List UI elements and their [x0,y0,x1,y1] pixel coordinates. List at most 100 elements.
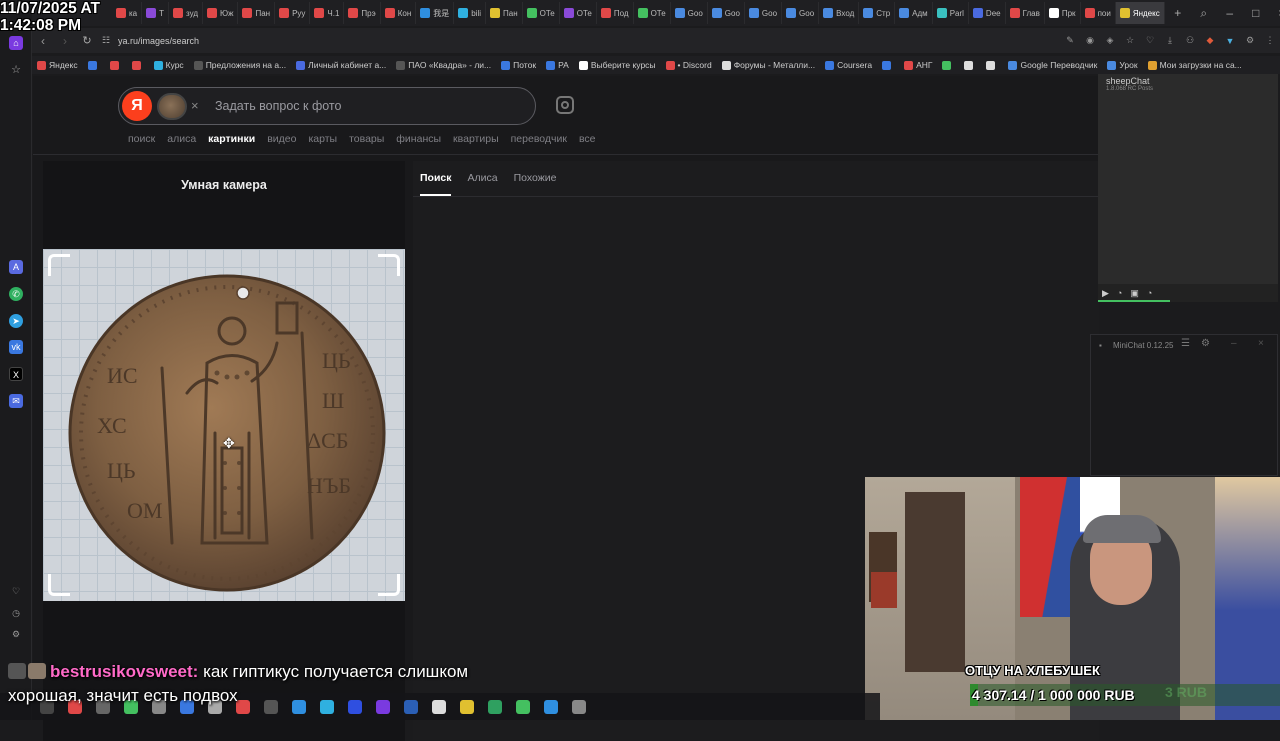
extension-icon[interactable]: ◆ [1200,35,1220,46]
nav-link[interactable]: переводчик [511,133,567,145]
new-tab-icon[interactable]: + [1165,6,1191,20]
yandex-logo[interactable]: Я [122,91,152,121]
bookmark-item[interactable]: Мои загрузки на са... [1143,60,1247,70]
browser-tab[interactable]: Parl [933,2,969,24]
minimize-icon[interactable]: – [1231,338,1237,349]
camera-search-icon[interactable] [556,96,574,114]
browser-tab[interactable]: Глав [1006,2,1045,24]
vpn-icon[interactable]: ▼ [1220,36,1240,46]
browser-tab[interactable]: Адм [895,2,933,24]
nav-link[interactable]: карты [308,133,337,145]
browser-tab[interactable]: 我是 [416,2,455,24]
crop-corner-tl[interactable] [48,254,70,276]
url-field[interactable]: ya.ru/images/search [118,36,199,46]
browser-tab[interactable]: Пан [486,2,523,24]
home-icon[interactable]: ⌂ [9,36,23,50]
result-tab[interactable]: Алиса [468,172,498,184]
browser-tab[interactable]: Goo [745,2,783,24]
download-icon[interactable]: ⤓ [1160,35,1180,46]
bookmark-item[interactable]: Курс [149,60,189,70]
browser-tab[interactable]: Goo [782,2,820,24]
browser-tab[interactable]: Пан [238,2,276,24]
bookmark-item[interactable]: Выберите курсы [574,60,661,70]
bookmark-item[interactable]: • Discord [661,60,717,70]
x-icon[interactable]: X [9,367,23,381]
browser-tab[interactable]: Ч.1 [310,2,345,24]
browser-tab[interactable]: Яндекс [1115,2,1165,24]
nav-link[interactable]: алиса [167,133,196,145]
heart-icon[interactable]: ♡ [1140,35,1160,46]
crop-corner-tr[interactable] [378,254,400,276]
browser-tab[interactable]: ОТе [560,2,597,24]
browser-tab[interactable]: Под [597,2,634,24]
edit-icon[interactable]: ✎ [1060,35,1080,46]
vk-icon[interactable]: vk [9,340,23,354]
taskbar-app-icon[interactable] [488,699,502,714]
browser-tab[interactable]: bili [454,2,487,24]
bookmark-item[interactable]: Google Переводчик [1003,60,1102,70]
site-info-icon[interactable]: ☷ [98,35,114,46]
browser-tab[interactable]: ОТе [634,2,671,24]
browser-tab[interactable]: Goo [708,2,745,24]
bookmark-item[interactable] [937,60,959,70]
bookmark-item[interactable] [959,60,981,70]
star-icon[interactable]: ☆ [9,63,23,77]
settings-icon[interactable]: ⚙ [1240,35,1260,46]
eye-icon[interactable]: ◔ [1117,288,1122,298]
nav-link[interactable]: квартиры [453,133,499,145]
bookmark-item[interactable]: Урок [1102,60,1142,70]
bookmark-item[interactable]: АНГ [899,60,937,70]
close-icon[interactable]: × [1258,338,1264,349]
result-tab[interactable]: Похожие [514,172,557,184]
reload-icon[interactable]: ↻ [76,34,98,47]
search-bar[interactable]: Я × Задать вопрос к фото [118,87,536,125]
bookmark-item[interactable]: Coursera [820,60,877,70]
camera-icon[interactable]: ◉ [1080,35,1100,46]
taskbar-app-icon[interactable] [544,699,558,714]
browser-tab[interactable]: Руу [275,2,311,24]
nav-link[interactable]: товары [349,133,384,145]
nav-link[interactable]: картинки [208,133,255,145]
menu-icon[interactable]: ⋮ [1260,35,1280,46]
browser-tab[interactable]: Goo [671,2,708,24]
bookmark-item[interactable] [981,60,1003,70]
bookmark-item[interactable]: Предложения на а... [189,60,291,70]
list-icon[interactable]: ☰ [1181,338,1190,349]
crop-corner-bl[interactable] [48,574,70,596]
bookmark-item[interactable]: РА [541,60,574,70]
nav-link[interactable]: финансы [396,133,441,145]
clear-icon[interactable]: × [191,98,199,113]
nav-link[interactable]: поиск [128,133,155,145]
app-icon[interactable]: A [9,260,23,274]
browser-tab[interactable]: Прк [1045,2,1081,24]
taskbar-app-icon[interactable] [516,699,530,714]
whatsapp-icon[interactable]: ✆ [9,287,23,301]
browser-tab[interactable]: Юж [203,2,239,24]
bookmark-item[interactable]: Личный кабинет а... [291,60,391,70]
crop-corner-br[interactable] [378,574,400,596]
browser-tab[interactable]: Кон [381,2,417,24]
search-tabs-icon[interactable]: ⌕ [1191,6,1217,21]
shield-icon[interactable]: ◈ [1100,35,1120,46]
youtube-icon[interactable]: ▶ [1102,288,1109,299]
gear-icon[interactable]: ⚙ [1201,338,1210,349]
mail-icon[interactable]: ✉ [9,394,23,408]
browser-tab[interactable]: ка [112,2,143,24]
bookmark-icon[interactable]: ☆ [1120,35,1140,46]
history-icon[interactable]: ◷ [9,606,23,620]
uploaded-photo[interactable]: ИС ХС ЦЬ Ш ΔСБ НЪБ ОМ ЦЬ ✥ [43,249,405,601]
bookmark-item[interactable]: Яндекс [32,60,83,70]
bookmark-item[interactable] [127,60,149,70]
maximize-icon[interactable]: □ [1243,6,1269,20]
browser-tab[interactable]: Т [142,2,170,24]
taskbar-app-icon[interactable] [572,699,586,714]
browser-tab[interactable]: зуд [169,2,203,24]
nav-link[interactable]: все [579,133,596,145]
gear-icon[interactable]: ⚙ [9,627,23,641]
browser-tab[interactable]: пои [1081,2,1116,24]
result-tab[interactable]: Поиск [420,172,452,184]
back-icon[interactable]: ‹ [32,34,54,48]
heart-icon[interactable]: ♡ [9,584,23,598]
bookmark-item[interactable]: ПАО «Квадра» - ли... [391,60,496,70]
query-image-thumb[interactable] [157,93,187,120]
